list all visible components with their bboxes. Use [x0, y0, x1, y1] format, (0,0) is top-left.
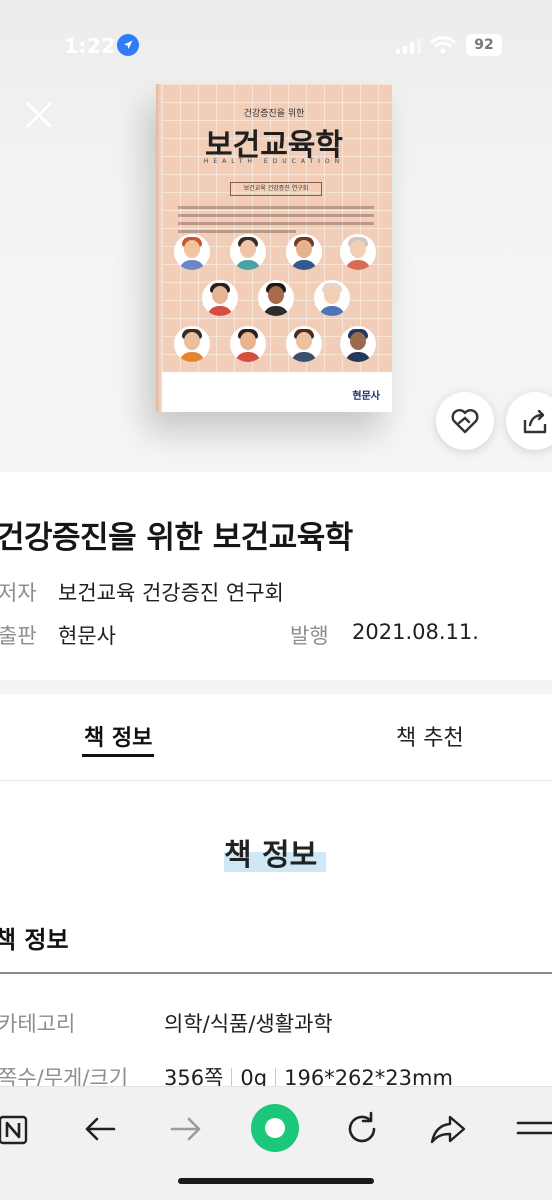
naver-n-icon [0, 1115, 28, 1145]
wishlist-button[interactable] [436, 392, 494, 450]
face-illustration [174, 326, 210, 362]
book-title: 건강증진을 위한 보건교육학 [0, 520, 353, 556]
arrow-left-icon [85, 1117, 116, 1141]
green-dot-icon [251, 1104, 299, 1152]
tab-book-recommend[interactable]: 책 추천 [396, 720, 464, 752]
share-icon [523, 409, 547, 434]
section-divider [0, 680, 552, 694]
cover-publisher: 현문사 [352, 391, 380, 402]
heart-icon [451, 409, 479, 434]
face-illustration [230, 326, 266, 362]
status-time: 1:22 [64, 34, 116, 58]
section-subheading: 책 정보 [0, 926, 69, 954]
face-illustration [230, 234, 266, 270]
cover-english-title: HEALTH EDUCATION [203, 158, 345, 165]
menu-button[interactable] [512, 1107, 552, 1151]
refresh-button[interactable] [340, 1107, 384, 1151]
tab-divider [0, 780, 552, 781]
published-date: 2021.08.11. [352, 620, 479, 644]
face-illustration [258, 280, 294, 316]
forward-button[interactable] [164, 1107, 208, 1151]
face-illustration [174, 234, 210, 270]
cover-bottom-band: 현문사 [162, 372, 392, 412]
table-rule [0, 972, 552, 974]
close-icon[interactable] [22, 98, 56, 132]
arrow-right-icon [170, 1117, 201, 1141]
published-label: 발행 [290, 624, 329, 648]
section-heading: 책 정보 [224, 838, 318, 873]
refresh-icon [348, 1111, 376, 1143]
naver-home-button[interactable] [0, 1107, 38, 1151]
back-button[interactable] [78, 1107, 122, 1151]
cover-kicker: 건강증진을 위한 [243, 109, 305, 119]
face-illustration [286, 234, 322, 270]
status-bar: 1:22 92 [0, 30, 552, 62]
wifi-icon [430, 34, 456, 56]
location-arrow-icon [117, 34, 139, 56]
book-cover-image: 건강증진을 위한 보건교육학 HEALTH EDUCATION 보건교육 건강증… [156, 84, 392, 412]
share-arrow-icon [430, 1115, 466, 1144]
tab-book-info[interactable]: 책 정보 [84, 720, 152, 752]
share-button[interactable] [506, 392, 552, 450]
publisher-link[interactable]: 현문사 [58, 620, 116, 650]
face-illustration [202, 280, 238, 316]
green-dot-button[interactable] [248, 1101, 302, 1155]
home-indicator [178, 1178, 374, 1184]
face-illustration [340, 326, 376, 362]
face-illustration [286, 326, 322, 362]
cellular-signal-icon [396, 38, 422, 54]
face-illustration [340, 234, 376, 270]
divider [231, 1068, 233, 1088]
cover-illustration [174, 234, 384, 364]
category-label: 카테고리 [0, 1012, 76, 1036]
author-link[interactable]: 보건교육 건강증진 연구회 [58, 577, 284, 607]
active-tab-indicator [82, 754, 154, 757]
category-value: 의학/식품/생활과학 [164, 1012, 333, 1036]
publisher-label: 출판 [0, 624, 37, 648]
author-label: 저자 [0, 581, 37, 605]
hamburger-menu-icon [516, 1121, 552, 1135]
share-page-button[interactable] [426, 1107, 470, 1151]
battery-indicator: 92 [466, 34, 502, 56]
cover-tag: 보건교육 건강증진 연구회 [230, 182, 322, 196]
divider [275, 1068, 277, 1088]
hero-area: 1:22 92 건강증진을 위한 보건교육학 HEALTH EDUCATION … [0, 0, 552, 472]
face-illustration [314, 280, 350, 316]
